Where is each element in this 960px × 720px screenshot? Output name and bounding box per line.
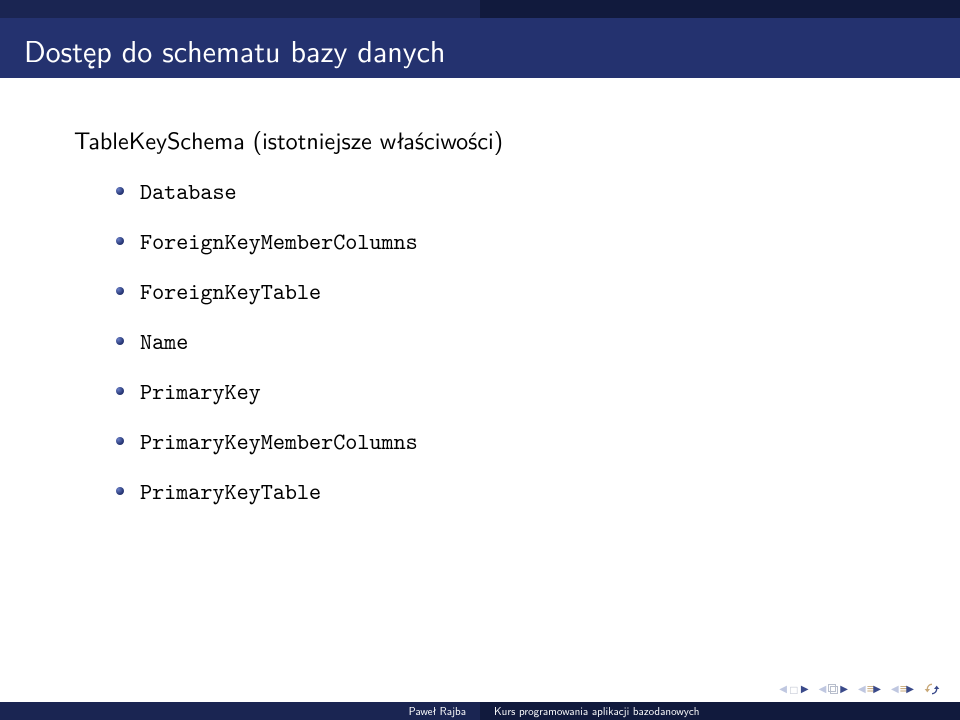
body-subtitle: TableKeySchema (istotniejsze właściwości… (74, 122, 912, 157)
nav-subsection-icon: ≡ (900, 679, 906, 698)
nav-next-slide-icon[interactable]: ▶ (801, 681, 809, 696)
list-item: PrimaryKey (116, 377, 912, 407)
bullet-list: Database ForeignKeyMemberColumns Foreign… (116, 177, 912, 507)
nav-section-icon: ≡ (867, 679, 873, 698)
nav-slide-icon: □ (788, 680, 800, 698)
nav-frame-icon (827, 683, 839, 695)
slide-footer: Paweł Rajba Kurs programowania aplikacji… (0, 702, 960, 720)
nav-prev-section-icon[interactable]: ◀ (858, 681, 866, 696)
nav-prev-subsection-icon[interactable]: ◀ (891, 681, 899, 696)
nav-prev-slide-icon[interactable]: ◀ (779, 681, 787, 696)
nav-next-section-icon[interactable]: ▶ (873, 681, 881, 696)
header-top-bar (0, 0, 960, 18)
list-item: PrimaryKeyMemberColumns (116, 427, 912, 457)
list-item: Name (116, 327, 912, 357)
header-top-right (480, 0, 960, 18)
list-item: PrimaryKeyTable (116, 477, 912, 507)
nav-section-group[interactable]: ◀ ≡ ▶ (858, 679, 881, 698)
nav-next-subsection-icon[interactable]: ▶ (906, 681, 914, 696)
list-item: ForeignKeyTable (116, 277, 912, 307)
footer-course: Kurs programowania aplikacji bazodanowyc… (480, 702, 960, 720)
nav-slide-group[interactable]: ◀ □ ▶ (779, 680, 808, 698)
list-item: Database (116, 177, 912, 207)
header-top-left (0, 0, 480, 18)
slide-title: Dostęp do schematu bazy danych (0, 18, 960, 72)
slide-header: Dostęp do schematu bazy danych (0, 0, 960, 78)
nav-subsection-group[interactable]: ◀ ≡ ▶ (891, 679, 914, 698)
slide: Dostęp do schematu bazy danych TableKeyS… (0, 0, 960, 720)
nav-next-frame-icon[interactable]: ▶ (840, 681, 848, 696)
footer-author: Paweł Rajba (0, 702, 480, 720)
nav-frame-group[interactable]: ◀ ▶ (819, 681, 848, 696)
list-item: ForeignKeyMemberColumns (116, 227, 912, 257)
slide-body: TableKeySchema (istotniejsze właściwości… (0, 78, 960, 507)
beamer-nav-symbols: ◀ □ ▶ ◀ ▶ ◀ ≡ ▶ ◀ ≡ ▶ (779, 679, 940, 698)
nav-prev-frame-icon[interactable]: ◀ (819, 681, 827, 696)
nav-back-forward-icon[interactable] (924, 681, 940, 697)
